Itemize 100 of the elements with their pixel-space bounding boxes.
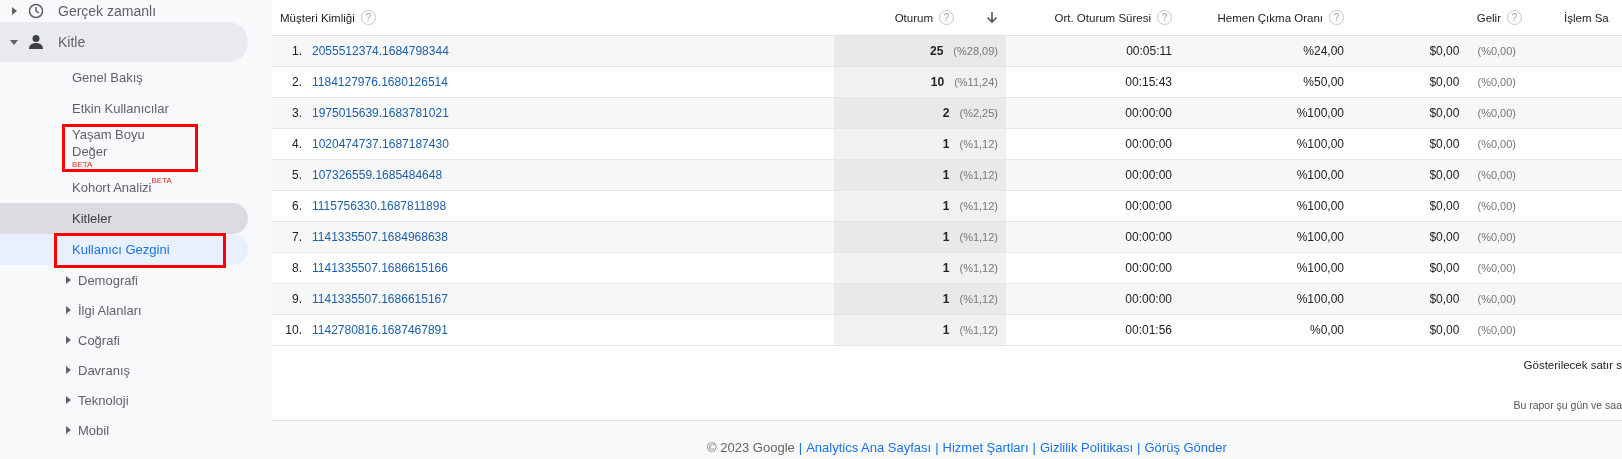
client-id-link[interactable]: 107326559.1685484648 <box>312 168 443 182</box>
nav-section[interactable]: Kitle <box>0 22 248 62</box>
revenue-value: $0,00 <box>1429 261 1460 275</box>
sessions-value: 1 <box>942 199 950 213</box>
client-id-link[interactable]: 1142780816.1687467891 <box>312 323 448 337</box>
sort-down-icon[interactable] <box>986 11 998 24</box>
sessions-value: 1 <box>942 137 950 151</box>
revenue-value: $0,00 <box>1429 323 1460 337</box>
bounce-rate-cell: %0,00 <box>1180 315 1352 346</box>
duration-cell: 00:00:00 <box>1006 98 1180 129</box>
duration-cell: 00:05:11 <box>1006 36 1180 67</box>
caret-icon <box>64 306 72 314</box>
separator: | <box>1032 440 1036 455</box>
sessions-percent: (%2,25) <box>959 107 998 119</box>
sessions-percent: (%1,12) <box>959 200 998 212</box>
rank-cell: 9. <box>272 284 312 315</box>
sessions-percent: (%1,12) <box>959 169 998 181</box>
footer-link[interactable]: Hizmet Şartları <box>942 440 1029 455</box>
revenue-value: $0,00 <box>1429 168 1460 182</box>
nav-item[interactable]: Teknoloji <box>0 385 248 415</box>
nav-item[interactable]: Genel Bakış <box>0 62 248 93</box>
sessions-percent: (%1,12) <box>959 231 998 243</box>
rank-cell: 3. <box>272 98 312 129</box>
bounce-rate-cell: %100,00 <box>1180 160 1352 191</box>
sessions-value: 1 <box>942 323 950 337</box>
revenue-value: $0,00 <box>1429 230 1460 244</box>
rows-to-show-label: Gösterilecek satır s <box>1523 359 1622 371</box>
nav-item[interactable]: Etkin Kullanıcılar <box>0 93 248 124</box>
client-id-link[interactable]: 2055512374.1684798344 <box>312 44 449 58</box>
nav-section[interactable]: Gerçek zamanlı <box>0 0 248 22</box>
footer-link[interactable]: Gizlilik Politikası <box>1039 440 1134 455</box>
nav-item[interactable]: Demografi <box>0 265 248 295</box>
client-id-link[interactable]: 1115756330.1687811898 <box>312 199 447 213</box>
sessions-value: 1 <box>942 230 950 244</box>
sessions-value: 2 <box>942 106 950 120</box>
beta-label: BETA <box>151 176 172 185</box>
revenue-percent: (%0,00) <box>1477 231 1516 243</box>
revenue-percent: (%0,00) <box>1477 324 1516 336</box>
sessions-percent: (%1,12) <box>959 293 998 305</box>
footer-link[interactable]: Görüş Gönder <box>1144 440 1227 455</box>
nav-item[interactable]: Coğrafi <box>0 325 248 355</box>
client-id-link[interactable]: 1975015639.1683781021 <box>312 106 449 120</box>
caret-icon <box>64 426 72 434</box>
sessions-value: 25 <box>930 44 944 58</box>
revenue-value: $0,00 <box>1429 106 1460 120</box>
rank-cell: 7. <box>272 222 312 253</box>
caret-icon <box>64 276 72 284</box>
duration-cell: 00:00:00 <box>1006 222 1180 253</box>
revenue-percent: (%0,00) <box>1477 293 1516 305</box>
separator: | <box>798 440 803 455</box>
rank-cell: 10. <box>272 315 312 346</box>
sessions-value: 1 <box>942 261 950 275</box>
revenue-percent: (%0,00) <box>1477 200 1516 212</box>
duration-cell: 00:01:56 <box>1006 315 1180 346</box>
bounce-rate-cell: %100,00 <box>1180 98 1352 129</box>
sessions-value: 10 <box>930 75 945 89</box>
nav-item[interactable]: Yaşam Boyu Değer BETA <box>0 124 248 172</box>
client-id-link[interactable]: 1141335507.1684968638 <box>312 230 448 244</box>
nav-item[interactable]: Kitleler <box>0 203 248 234</box>
caret-icon <box>64 366 72 374</box>
revenue-percent: (%0,00) <box>1477 262 1516 274</box>
caret-icon <box>10 38 18 46</box>
caret-icon <box>64 396 72 404</box>
duration-cell: 00:00:00 <box>1006 160 1180 191</box>
client-id-link[interactable]: 1141335507.1686615167 <box>312 292 448 306</box>
caret-icon <box>64 336 72 344</box>
sessions-percent: (%1,12) <box>959 324 998 336</box>
revenue-value: $0,00 <box>1429 199 1460 213</box>
revenue-value: $0,00 <box>1429 75 1460 89</box>
person-icon <box>28 34 44 50</box>
bounce-rate-cell: %24,00 <box>1180 36 1352 67</box>
sessions-value: 1 <box>942 168 950 182</box>
revenue-value: $0,00 <box>1429 137 1460 151</box>
sessions-percent: (%28,09) <box>953 45 998 57</box>
revenue-percent: (%0,00) <box>1477 76 1516 88</box>
client-id-link[interactable]: 1141335507.1686615166 <box>312 261 448 275</box>
revenue-value: $0,00 <box>1429 292 1460 306</box>
nav-item[interactable]: Mobil <box>0 415 248 445</box>
sessions-percent: (%1,12) <box>959 262 998 274</box>
nav-item[interactable]: İlgi Alanları <box>0 295 248 325</box>
sessions-percent: (%1,12) <box>959 138 998 150</box>
rank-cell: 1. <box>272 36 312 67</box>
clock-icon <box>28 3 44 19</box>
rank-cell: 5. <box>272 160 312 191</box>
report-note: Bu rapor şu gün ve saa <box>1513 399 1622 411</box>
copyright-text: © 2023 Google <box>707 440 795 455</box>
nav-item[interactable]: Kullanıcı Gezgini <box>0 234 248 265</box>
sessions-percent: (%11,24) <box>954 76 998 88</box>
duration-cell: 00:00:00 <box>1006 284 1180 315</box>
revenue-percent: (%0,00) <box>1477 138 1516 150</box>
client-id-link[interactable]: 1184127976.1680126514 <box>312 75 448 89</box>
footer-link[interactable]: Analytics Ana Sayfası <box>806 440 932 455</box>
beta-label: BETA <box>72 160 93 169</box>
separator: | <box>935 440 939 455</box>
nav-item[interactable]: Davranış <box>0 355 248 385</box>
client-id-link[interactable]: 1020474737.1687187430 <box>312 137 449 151</box>
revenue-percent: (%0,00) <box>1477 169 1516 181</box>
caret-icon <box>10 7 18 15</box>
separator: | <box>1137 440 1141 455</box>
revenue-percent: (%0,00) <box>1477 45 1516 57</box>
